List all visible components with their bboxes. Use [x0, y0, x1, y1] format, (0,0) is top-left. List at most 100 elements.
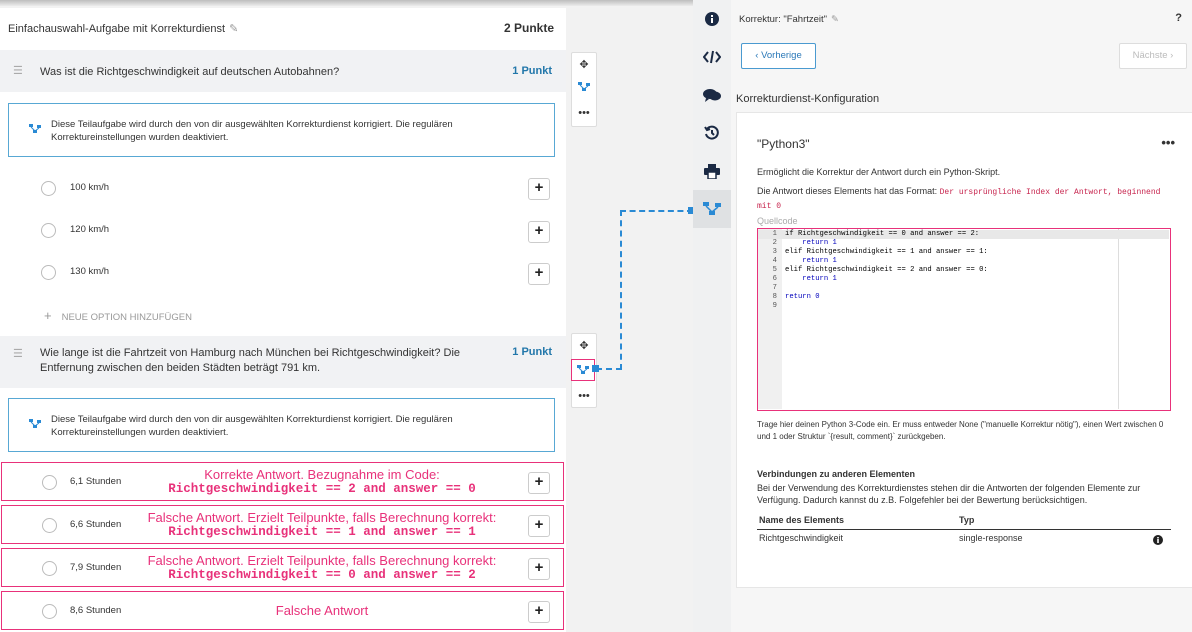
connector-line [620, 210, 693, 212]
task-header: Einfachauswahl-Aufgabe mit Korrekturdien… [0, 8, 566, 50]
answer-option-annotated[interactable]: 6,6 Stunden Falsche Antwort. Erzielt Tei… [1, 505, 564, 544]
pencil-icon[interactable]: ✎ [831, 14, 839, 25]
connector-dot [592, 365, 599, 372]
code-line[interactable]: 9 [758, 302, 1169, 311]
radio-button[interactable] [41, 223, 56, 238]
service-title: "Python3" [757, 137, 810, 151]
help-icon[interactable]: ? [1175, 12, 1182, 24]
question-1-toolbar: ✥ ••• [571, 52, 597, 127]
section-heading: Korrekturdienst-Konfiguration [736, 93, 880, 105]
expand-option-button[interactable]: + [528, 178, 550, 200]
option-label[interactable]: 6,6 Stunden [70, 519, 121, 530]
radio-button[interactable] [42, 561, 57, 576]
more-options-icon[interactable]: ••• [572, 384, 596, 408]
element-type: single-response [959, 533, 1023, 543]
chevron-right-icon: › [1167, 50, 1174, 61]
radio-button[interactable] [41, 181, 56, 196]
code-line[interactable]: 8 return 0 [758, 293, 1169, 302]
expand-option-button[interactable]: + [528, 515, 550, 537]
task-title[interactable]: Einfachauswahl-Aufgabe mit Korrekturdien… [8, 23, 225, 35]
expand-option-button[interactable]: + [528, 221, 550, 243]
code-line[interactable]: 5 elif Richtgeschwindigkeit == 2 and answ… [758, 266, 1169, 275]
service-description: Ermöglicht die Korrektur der Antwort dur… [757, 167, 1001, 177]
pencil-icon[interactable]: ✎ [229, 23, 238, 35]
grading-panel: Korrektur: "Fahrtzeit" ✎ ? ‹ Vorherige Nä… [731, 0, 1192, 632]
answer-option-annotated[interactable]: 8,6 Stunden Falsche Antwort + [1, 591, 564, 630]
table-row: Richtgeschwindigkeit single-response [757, 533, 1171, 547]
question-1-text[interactable]: Was ist die Richtgeschwindigkeit auf deu… [40, 65, 476, 80]
info-icon[interactable] [1153, 535, 1163, 547]
expand-option-button[interactable]: + [528, 558, 550, 580]
radio-button[interactable] [41, 265, 56, 280]
radio-button[interactable] [42, 475, 57, 490]
drag-handle-icon[interactable]: ☰ [13, 347, 23, 360]
annotation-note: Korrekte Antwort. Bezugnahme im Code: [204, 467, 440, 482]
code-help-text: Trage hier deinen Python 3-Code ein. Er … [757, 420, 1164, 441]
question-1-info-box: Diese Teilaufgabe wird durch den von dir… [8, 103, 555, 157]
info-icon[interactable] [693, 0, 731, 38]
history-icon[interactable] [693, 114, 731, 152]
question-2-text[interactable]: Wie lange ist die Fahrtzeit von Hamburg … [40, 346, 476, 376]
option-label[interactable]: 7,9 Stunden [70, 562, 121, 573]
connections-heading: Verbindungen zu anderen Elementen [757, 469, 916, 479]
option-label[interactable]: 8,6 Stunden [70, 605, 121, 616]
question-1-points: 1 Punkt [512, 65, 552, 77]
panel-title: Korrektur: "Fahrtzeit" [739, 14, 828, 25]
print-icon[interactable] [693, 152, 731, 190]
annotation-code: Richtgeschwindigkeit == 2 and answer == … [168, 482, 476, 496]
column-header-type: Typ [959, 515, 975, 525]
code-line[interactable]: 1 if Richtgeschwindigkeit == 0 and answer… [758, 230, 1169, 239]
task-points: 2 Punkte [503, 21, 554, 35]
annotation-note: Falsche Antwort. Erzielt Teilpunkte, fal… [147, 553, 497, 568]
connector-line [596, 368, 622, 370]
grading-service-icon [29, 124, 41, 137]
code-line[interactable]: 4 return 1 [758, 257, 1169, 266]
expand-option-button[interactable]: + [528, 472, 550, 494]
answer-option-annotated[interactable]: 6,1 Stunden Korrekte Antwort. Bezugnahme… [1, 462, 564, 501]
previous-button[interactable]: ‹ Vorherige [741, 43, 816, 69]
format-label: Die Antwort dieses Elements hat das Form… [757, 186, 938, 196]
radio-button[interactable] [42, 604, 57, 619]
grading-service-icon[interactable] [693, 190, 731, 228]
more-options-icon[interactable]: ••• [572, 101, 596, 125]
annotation-note: Falsche Antwort. Erzielt Teilpunkte, fal… [147, 510, 497, 525]
task-editor: Einfachauswahl-Aufgabe mit Korrekturdien… [0, 8, 566, 632]
question-2-header[interactable]: ☰ Wie lange ist die Fahrtzeit von Hambur… [0, 336, 566, 388]
more-options-icon[interactable]: ••• [1161, 135, 1175, 150]
element-name: Richtgeschwindigkeit [759, 533, 844, 543]
option-label[interactable]: 100 km/h [70, 182, 109, 193]
code-line[interactable]: 2 return 1 [758, 239, 1169, 248]
code-line[interactable]: 3 elif Richtgeschwindigkeit == 1 and answ… [758, 248, 1169, 257]
radio-button[interactable] [42, 518, 57, 533]
panel-sidebar [693, 0, 731, 632]
move-icon[interactable]: ✥ [572, 53, 596, 77]
annotation-code: Richtgeschwindigkeit == 1 and answer == … [168, 525, 476, 539]
answer-option-annotated[interactable]: 7,9 Stunden Falsche Antwort. Erzielt Tei… [1, 548, 564, 587]
service-config-card: "Python3" ••• Ermöglicht die Korrektur d… [736, 112, 1192, 588]
next-button[interactable]: Nächste › [1119, 43, 1187, 69]
source-label: Quellcode [757, 216, 798, 226]
code-line[interactable]: 6 return 1 [758, 275, 1169, 284]
comments-icon[interactable] [693, 76, 731, 114]
option-label[interactable]: 130 km/h [70, 266, 109, 277]
annotation-code: Richtgeschwindigkeit == 0 and answer == … [168, 568, 476, 582]
move-icon[interactable]: ✥ [572, 334, 596, 358]
option-label[interactable]: 120 km/h [70, 224, 109, 235]
code-icon[interactable] [693, 38, 731, 76]
answer-option[interactable]: 120 km/h + [0, 210, 566, 250]
column-header-name: Name des Elements [759, 515, 845, 525]
question-1-header[interactable]: ☰ Was ist die Richtgeschwindigkeit auf d… [0, 50, 566, 92]
expand-option-button[interactable]: + [528, 601, 550, 623]
code-line[interactable]: 7 [758, 284, 1169, 293]
plus-icon: + [44, 308, 52, 323]
drag-handle-icon[interactable]: ☰ [13, 64, 23, 77]
add-option-label: NEUE OPTION HINZUFÜGEN [61, 312, 192, 323]
grading-service-icon [29, 419, 41, 432]
code-editor[interactable]: 1 if Richtgeschwindigkeit == 0 and answer… [757, 228, 1171, 411]
option-label[interactable]: 6,1 Stunden [70, 476, 121, 487]
add-option-button[interactable]: + NEUE OPTION HINZUFÜGEN [44, 308, 192, 323]
answer-option[interactable]: 100 km/h + [0, 168, 566, 208]
grading-service-icon[interactable] [572, 77, 596, 101]
expand-option-button[interactable]: + [528, 263, 550, 285]
answer-option[interactable]: 130 km/h + [0, 252, 566, 292]
